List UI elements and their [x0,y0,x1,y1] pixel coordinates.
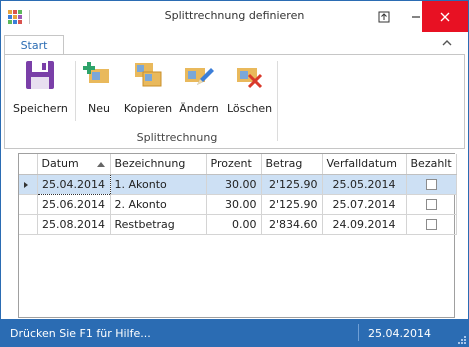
close-button[interactable] [422,1,468,32]
title-bar: Splittrechnung definieren [1,1,468,32]
ribbon-group-separator [277,61,278,141]
status-help-text: Drücken Sie F1 für Hilfe... [10,327,151,340]
cell-datum[interactable]: 25.06.2014 [37,194,111,215]
edit-button[interactable]: Ändern [179,59,219,119]
paid-checkbox[interactable] [425,179,437,190]
cell-bezahlt[interactable] [406,194,457,215]
column-header-bezeichnung[interactable]: Bezeichnung [110,154,207,175]
column-header-verfalldatum[interactable]: Verfalldatum [322,154,407,175]
status-separator [358,324,359,341]
save-button[interactable]: Speichern [13,59,68,119]
cell-bezeichnung[interactable]: 1. Akonto [110,174,207,195]
document-copy-icon [135,63,162,87]
column-header-betrag[interactable]: Betrag [261,154,323,175]
minimize-icon [412,15,420,18]
cell-datum[interactable]: 25.04.2014 [36,173,111,195]
cell-bezahlt[interactable] [406,214,457,235]
cell-datum[interactable]: 25.08.2014 [37,214,111,235]
new-button[interactable]: Neu [81,59,117,119]
copy-button[interactable]: Kopieren [123,59,173,119]
edit-label: Ändern [179,102,219,115]
ribbon-group-label: Splittrechnung [136,131,218,144]
cell-prozent[interactable]: 30.00 [206,174,262,195]
collapse-ribbon-button[interactable] [440,36,454,50]
document-add-icon [83,62,109,83]
restore-icon [378,11,390,22]
paid-checkbox[interactable] [425,199,437,210]
cell-bezeichnung[interactable]: Restbetrag [110,214,207,235]
current-row-indicator-icon [24,181,28,188]
restore-button[interactable] [367,1,401,32]
paid-checkbox[interactable] [425,219,437,230]
new-label: Neu [88,102,110,115]
cell-verfalldatum[interactable]: 25.07.2014 [322,194,407,215]
cell-prozent[interactable]: 30.00 [206,194,262,215]
delete-label: Löschen [227,102,273,115]
dialog-window: Splittrechnung definieren Start Speicher… [0,0,469,347]
cell-bezeichnung[interactable]: 2. Akonto [110,194,207,215]
sort-ascending-icon [96,161,105,167]
resize-grip-icon[interactable] [458,336,466,344]
copy-label: Kopieren [123,102,173,115]
chevron-up-icon [442,40,452,46]
table-row[interactable]: 25.08.2014 Restbetrag 0.00 2'834.60 24.0… [19,214,457,235]
column-header-prozent[interactable]: Prozent [206,154,262,175]
split-table: Datum Bezeichnung Prozent Betrag Verfall… [19,154,457,235]
cell-prozent[interactable]: 0.00 [206,214,262,235]
cell-betrag[interactable]: 2'125.90 [261,194,323,215]
floppy-disk-icon [26,61,54,89]
ribbon-separator [75,61,76,121]
ribbon-panel: Speichern Neu Kopieren Ändern Löschen Sp… [4,54,465,149]
row-selector[interactable] [19,194,38,215]
cell-betrag[interactable]: 2'834.60 [261,214,323,235]
row-selector-header [19,154,38,175]
tab-start[interactable]: Start [4,35,64,56]
row-selector[interactable] [19,214,38,235]
column-header-datum[interactable]: Datum [37,154,111,175]
ribbon-tabs: Start [1,32,468,56]
table-row[interactable]: 25.04.2014 1. Akonto 30.00 2'125.90 25.0… [19,173,457,195]
table-header-row: Datum Bezeichnung Prozent Betrag Verfall… [19,154,457,175]
document-edit-icon [185,68,214,85]
row-selector[interactable] [19,174,38,195]
status-bar: Drücken Sie F1 für Hilfe... 25.04.2014 [1,319,468,346]
save-label: Speichern [13,102,68,115]
document-delete-icon [237,68,263,89]
split-grid[interactable]: Datum Bezeichnung Prozent Betrag Verfall… [18,153,457,318]
delete-button[interactable]: Löschen [227,59,273,119]
cell-verfalldatum[interactable]: 24.09.2014 [322,214,407,235]
column-header-label: Datum [41,157,79,171]
cell-betrag[interactable]: 2'125.90 [261,174,323,195]
status-date: 25.04.2014 [368,327,431,340]
table-row[interactable]: 25.06.2014 2. Akonto 30.00 2'125.90 25.0… [19,194,457,215]
close-icon [440,12,450,21]
cell-verfalldatum[interactable]: 25.05.2014 [322,174,407,195]
cell-bezahlt[interactable] [406,174,457,195]
column-header-bezahlt[interactable]: Bezahlt [406,154,457,175]
